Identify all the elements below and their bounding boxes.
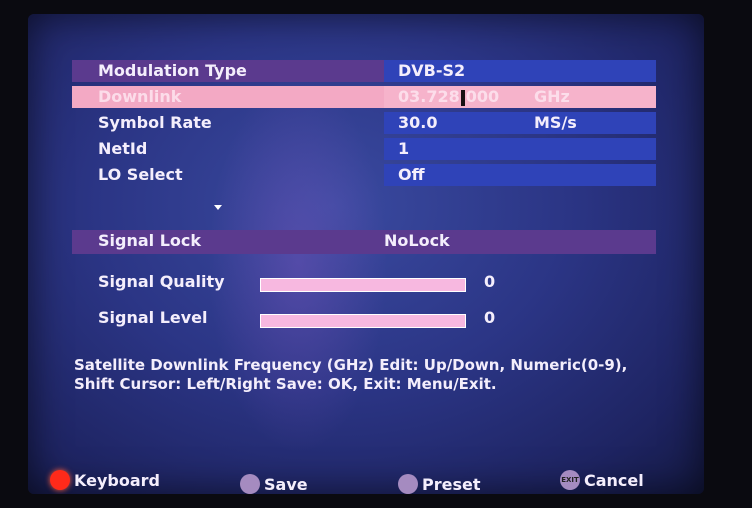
signal-quality-bar: [260, 278, 466, 292]
preset-label: Preset: [422, 474, 481, 494]
downlink-row[interactable]: Downlink 03.728 000 GHz: [72, 86, 656, 108]
save-label: Save: [264, 474, 308, 494]
red-key-icon: [50, 470, 70, 490]
symbol-rate-unit: MS/s: [534, 113, 577, 132]
save-button[interactable]: Save: [240, 474, 308, 494]
edit-cursor: [460, 89, 465, 106]
downlink-unit: GHz: [534, 87, 570, 106]
modulation-type-value: DVB-S2: [398, 61, 466, 80]
downlink-value-after-cursor: 000: [465, 87, 500, 106]
lo-select-field[interactable]: Off: [384, 164, 656, 186]
modulation-type-row[interactable]: Modulation Type DVB-S2: [72, 60, 656, 82]
signal-quality-value: 0: [484, 272, 496, 291]
help-text: Satellite Downlink Frequency (GHz) Edit:…: [74, 356, 628, 393]
footer-bar: Keyboard Save Preset EXIT Cancel: [28, 466, 704, 494]
keyboard-label: Keyboard: [74, 470, 160, 490]
signal-level-label: Signal Level: [98, 308, 208, 327]
signal-lock-label: Signal Lock: [98, 231, 202, 250]
preset-button[interactable]: Preset: [398, 474, 481, 494]
netid-label: NetId: [98, 139, 148, 158]
netid-value: 1: [398, 139, 410, 158]
cancel-label: Cancel: [584, 470, 644, 490]
signal-lock-row: Signal Lock NoLock: [72, 230, 656, 254]
downlink-field[interactable]: 03.728 000 GHz: [384, 86, 656, 108]
lo-select-value: Off: [398, 165, 425, 184]
downlink-label: Downlink: [98, 87, 182, 106]
save-key-icon: [240, 474, 260, 494]
exit-key-icon: EXIT: [560, 470, 580, 490]
scroll-down-icon[interactable]: [214, 205, 222, 210]
downlink-value: 03.728 000: [398, 86, 499, 108]
signal-level-value: 0: [484, 308, 496, 327]
symbol-rate-row[interactable]: Symbol Rate 30.0 MS/s: [72, 112, 656, 134]
keyboard-button[interactable]: Keyboard: [50, 470, 160, 490]
exit-key-badge: EXIT: [561, 476, 579, 484]
modulation-type-label: Modulation Type: [98, 61, 247, 80]
preset-key-icon: [398, 474, 418, 494]
signal-level-bar: [260, 314, 466, 328]
netid-field[interactable]: 1: [384, 138, 656, 160]
symbol-rate-label: Symbol Rate: [98, 113, 212, 132]
symbol-rate-value: 30.0: [398, 113, 438, 132]
lo-select-row[interactable]: LO Select Off: [72, 164, 656, 186]
symbol-rate-field[interactable]: 30.0 MS/s: [384, 112, 656, 134]
cancel-button[interactable]: EXIT Cancel: [560, 470, 644, 490]
netid-row[interactable]: NetId 1: [72, 138, 656, 160]
signal-quality-label: Signal Quality: [98, 272, 225, 291]
downlink-value-before-cursor: 03.728: [398, 87, 460, 106]
lo-select-label: LO Select: [98, 165, 183, 184]
signal-lock-value: NoLock: [384, 231, 450, 250]
modulation-type-field[interactable]: DVB-S2: [384, 60, 656, 82]
tv-screen: Modulation Type DVB-S2 Downlink 03.728 00…: [28, 14, 704, 494]
